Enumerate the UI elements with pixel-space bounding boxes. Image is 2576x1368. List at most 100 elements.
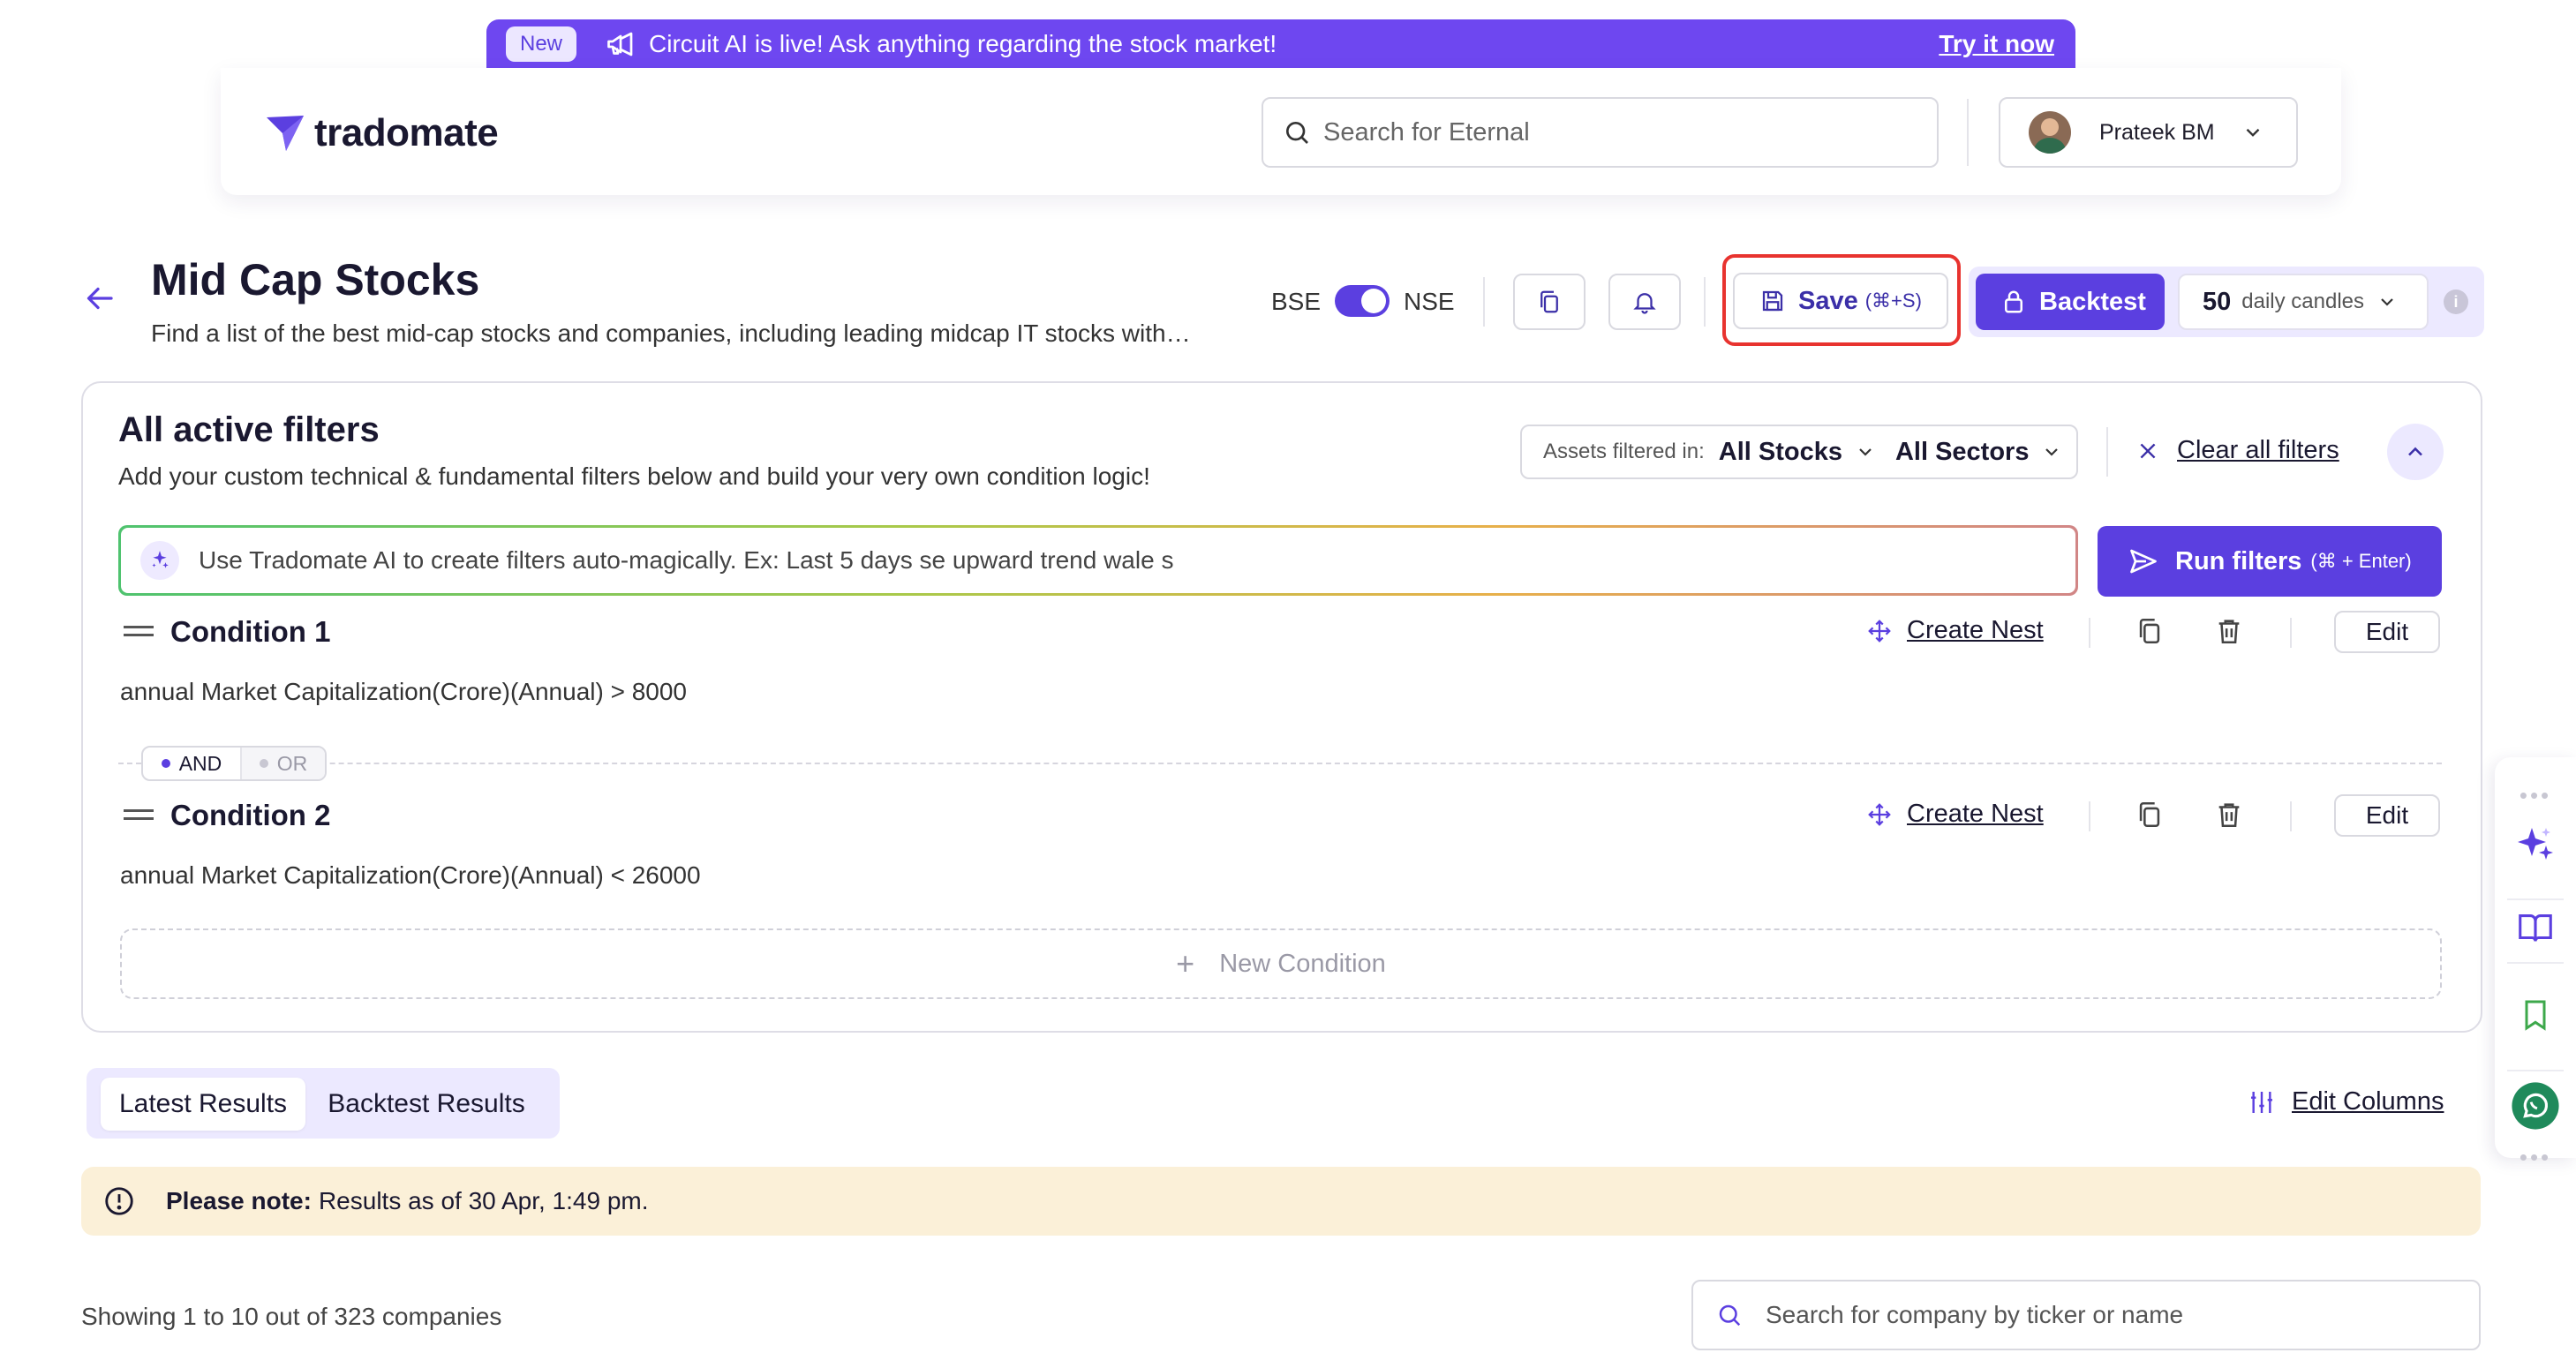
logo[interactable]: tradomate — [265, 111, 499, 155]
tab-latest-results[interactable]: Latest Results — [101, 1078, 305, 1131]
create-nest-button[interactable]: Create Nest — [1866, 616, 2044, 645]
note-text: Results as of 30 Apr, 1:49 pm. — [318, 1187, 649, 1214]
book-icon[interactable] — [2495, 907, 2576, 948]
ai-sparkle-icon[interactable] — [2495, 823, 2576, 865]
exchange-toggle[interactable] — [1335, 285, 1390, 317]
stocks-dropdown[interactable]: All Stocks — [1719, 438, 1842, 467]
clear-all-filters-button[interactable]: Clear all filters — [2136, 436, 2339, 465]
send-icon — [2128, 545, 2159, 577]
filters-divider — [2106, 427, 2108, 477]
logo-icon — [265, 114, 305, 153]
back-arrow-icon[interactable] — [83, 282, 118, 314]
nest-icon — [1866, 618, 1893, 644]
logic-or-option[interactable]: OR — [242, 748, 325, 779]
drag-handle-icon[interactable] — [124, 626, 154, 636]
header-divider — [1967, 99, 1969, 166]
floppy-disk-icon — [1759, 288, 1786, 314]
edit-condition-button[interactable]: Edit — [2334, 611, 2440, 653]
chevron-down-icon[interactable] — [2041, 441, 2062, 462]
megaphone-icon — [605, 28, 636, 60]
lock-icon — [2000, 289, 2027, 315]
chevron-up-icon — [2403, 440, 2428, 464]
trash-icon[interactable] — [2214, 616, 2244, 646]
exchange-bse-label: BSE — [1271, 288, 1322, 315]
note-lead: Please note: — [166, 1187, 312, 1214]
edit-condition-button[interactable]: Edit — [2334, 794, 2440, 837]
rail-bottom-dots-icon: ••• — [2519, 1144, 2552, 1170]
rail-divider — [2507, 1070, 2564, 1071]
new-condition-label: New Condition — [1219, 949, 1386, 978]
logo-text: tradomate — [314, 111, 499, 154]
duplicate-condition-icon[interactable] — [2135, 800, 2165, 830]
create-nest-label: Create Nest — [1907, 800, 2044, 828]
user-name: Prateek BM — [2099, 119, 2215, 145]
candles-unit: daily candles — [2241, 289, 2365, 313]
edit-columns-button[interactable]: Edit Columns — [2248, 1087, 2444, 1116]
new-condition-button[interactable]: + New Condition — [120, 928, 2442, 999]
chevron-down-icon[interactable] — [1855, 441, 1876, 462]
exchange-nse-label: NSE — [1404, 288, 1455, 315]
whatsapp-icon[interactable] — [2495, 1080, 2576, 1131]
toggle-knob — [1361, 289, 1386, 313]
logic-toggle[interactable]: AND OR — [141, 746, 327, 781]
trash-icon[interactable] — [2214, 800, 2244, 830]
row-divider — [2290, 801, 2292, 831]
drag-handle-icon[interactable] — [124, 809, 154, 820]
collapse-filters-button[interactable] — [2387, 424, 2444, 480]
sectors-dropdown[interactable]: All Sectors — [1895, 438, 2030, 467]
company-search-input[interactable] — [1766, 1301, 2454, 1329]
tab-backtest-results[interactable]: Backtest Results — [316, 1078, 537, 1131]
try-it-now-link[interactable]: Try it now — [1939, 30, 2054, 58]
ai-filter-bar[interactable] — [118, 525, 2078, 596]
ai-filter-input[interactable] — [199, 546, 2035, 575]
filters-subtitle: Add your custom technical & fundamental … — [118, 462, 1150, 490]
save-shortcut: (⌘+S) — [1864, 289, 1922, 312]
copy-icon — [1536, 289, 1563, 315]
duplicate-condition-icon[interactable] — [2135, 616, 2165, 646]
alert-button[interactable] — [1608, 274, 1681, 330]
create-nest-button[interactable]: Create Nest — [1866, 800, 2044, 829]
announcement-banner: New Circuit AI is live! Ask anything reg… — [486, 19, 2075, 68]
logic-and-option[interactable]: AND — [143, 748, 242, 779]
backtest-button[interactable]: Backtest — [1976, 274, 2165, 330]
info-icon[interactable]: i — [2444, 289, 2468, 314]
avatar — [2029, 111, 2071, 154]
chevron-down-icon — [2376, 291, 2398, 312]
company-search[interactable] — [1691, 1280, 2481, 1350]
row-divider — [2290, 618, 2292, 648]
edit-columns-label: Edit Columns — [2292, 1087, 2444, 1116]
sparkle-icon — [140, 541, 179, 580]
selected-dot-icon — [161, 759, 170, 768]
backtest-label: Backtest — [2039, 287, 2146, 316]
new-badge: New — [506, 26, 577, 62]
results-note: Please note: Results as of 30 Apr, 1:49 … — [81, 1167, 2481, 1236]
bell-icon — [1631, 289, 1658, 315]
results-count: Showing 1 to 10 out of 323 companies — [81, 1303, 502, 1330]
global-search[interactable] — [1262, 97, 1939, 168]
row-divider — [2089, 801, 2090, 831]
copy-screen-button[interactable] — [1513, 274, 1586, 330]
alert-circle-icon — [102, 1184, 136, 1218]
plus-icon: + — [1176, 945, 1195, 981]
run-filters-button[interactable]: Run filters (⌘ + Enter) — [2098, 526, 2442, 597]
run-filters-shortcut: (⌘ + Enter) — [2310, 550, 2412, 572]
global-search-input[interactable] — [1323, 117, 1888, 147]
row-divider — [2089, 618, 2090, 648]
close-icon — [2136, 440, 2159, 462]
rail-divider — [2507, 962, 2564, 964]
candles-count: 50 — [2203, 287, 2232, 316]
sliders-icon — [2248, 1088, 2276, 1116]
save-button[interactable]: Save (⌘+S) — [1733, 273, 1948, 329]
condition-expression: annual Market Capitalization(Crore)(Annu… — [120, 678, 688, 705]
ai-filter-bar-inner — [121, 528, 2075, 593]
rail-top-dots-icon: ••• — [2519, 782, 2552, 808]
chevron-down-icon — [2241, 121, 2264, 144]
page-title: Mid Cap Stocks — [151, 255, 480, 304]
condition-expression: annual Market Capitalization(Crore)(Annu… — [120, 861, 701, 889]
user-menu[interactable]: Prateek BM — [1999, 97, 2298, 168]
bookmark-icon[interactable] — [2495, 996, 2576, 1034]
condition-title: Condition 2 — [170, 799, 331, 831]
logic-or-label: OR — [276, 751, 308, 775]
search-icon — [1716, 1302, 1743, 1328]
candles-select[interactable]: 50 daily candles — [2178, 274, 2429, 330]
